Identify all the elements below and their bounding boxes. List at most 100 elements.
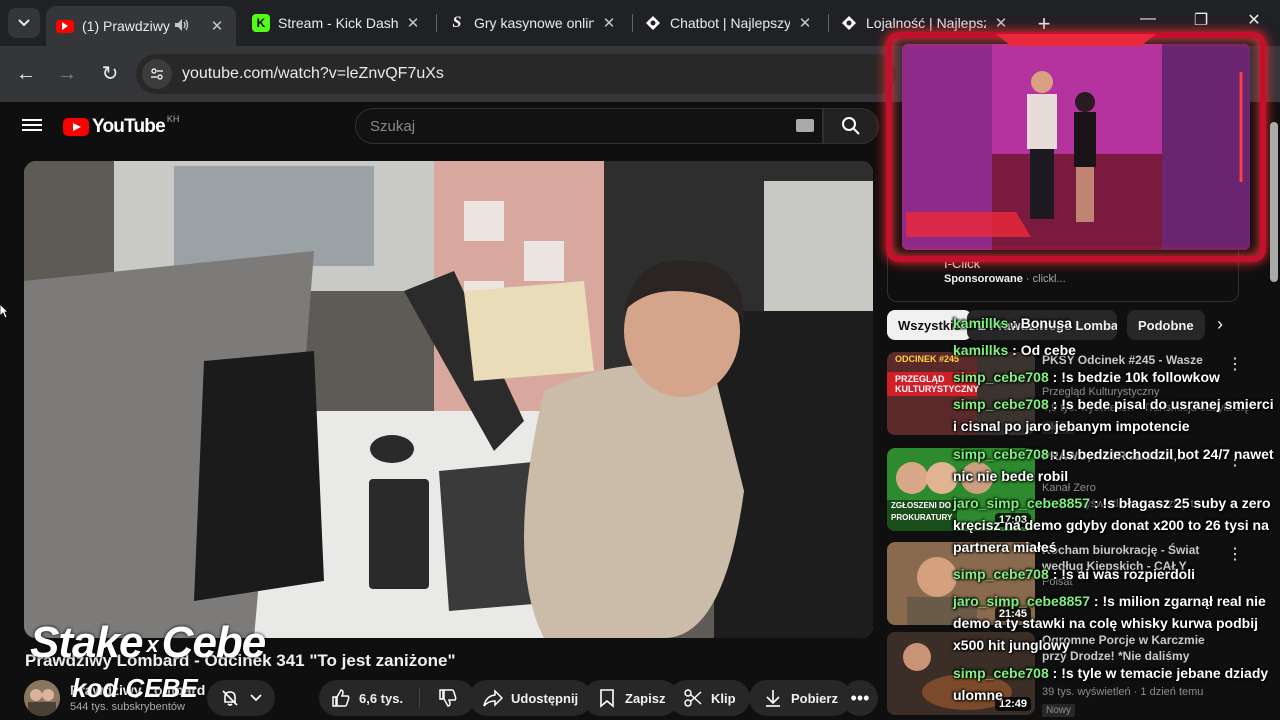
tab-separator (632, 14, 633, 32)
clip-button[interactable]: Klip (669, 680, 750, 716)
search-input[interactable]: Szukaj (355, 108, 823, 144)
tab-separator (436, 14, 437, 32)
close-tab-icon[interactable]: ✕ (992, 14, 1010, 32)
chat-message: simp_cebe708 : !s bedzie 10k followkow (953, 369, 1220, 385)
sponsored-label: Sponsorowane (944, 273, 1023, 285)
like-dislike-group: 6,6 tys. (319, 680, 475, 716)
thumbs-up-icon (332, 689, 350, 707)
clip-label: Klip (711, 690, 736, 706)
keyboard-icon[interactable] (796, 119, 814, 132)
chat-username: simp_cebe708 (953, 446, 1049, 462)
url-text: youtube.com/watch?v=leZnvQF7uXs (182, 65, 444, 82)
bookmark-icon (597, 688, 617, 708)
save-button[interactable]: Zapisz (583, 680, 680, 716)
address-bar[interactable]: youtube.com/watch?v=leZnvQF7uXs (136, 54, 896, 94)
channel-avatar[interactable] (24, 680, 60, 716)
search-placeholder: Szukaj (370, 117, 416, 135)
chat-username: simp_cebe708 (953, 396, 1049, 412)
close-tab-icon[interactable]: ✕ (600, 14, 618, 32)
divider (419, 688, 420, 708)
stake-favicon-icon: S (452, 14, 462, 31)
kick-favicon-icon: K (252, 14, 270, 32)
chat-text: !s ai was rozpierdoli (1061, 566, 1196, 582)
hamburger-menu-icon[interactable] (22, 116, 42, 136)
chat-message: simp_cebe708 : !s ai was rozpierdoli (953, 566, 1196, 582)
chat-username: kamillks (953, 342, 1009, 358)
chat-message: simp_cebe708 : !s bedzie chodzil bot 24/… (953, 446, 1274, 484)
search-icon (842, 117, 860, 135)
chat-message: simp_cebe708 : !s tyle w temacie jebane … (953, 665, 1269, 703)
chat-username: jaro_simp_cebe8857 (953, 593, 1090, 609)
reload-icon[interactable]: ↻ (96, 60, 124, 88)
tab-title: (1) Prawdziwy Lombard (82, 18, 170, 34)
youtube-logo[interactable]: YouTube KH (63, 114, 180, 138)
thumbnail-tag: ODCINEK #245 (895, 354, 960, 364)
share-label: Udostępnij (511, 690, 579, 706)
close-tab-icon[interactable]: ✕ (404, 14, 422, 32)
thumbs-down-icon (439, 689, 457, 707)
share-button[interactable]: Udostępnij (469, 680, 593, 716)
speaker-icon[interactable] (174, 18, 190, 35)
thumbnail-label: ZGŁOSZENI DO PROKURATURY (891, 501, 953, 522)
tab-youtube[interactable]: (1) Prawdziwy Lombard ✕ (46, 6, 236, 46)
chat-text: !s bedzie 10k followkow (1061, 369, 1220, 385)
botrix-favicon-icon (644, 14, 662, 32)
tab-separator (828, 14, 829, 32)
chat-message: simp_cebe708 : !s bede pisal do usranej … (953, 396, 1274, 434)
screen: (1) Prawdziwy Lombard ✕ K Stream - Kick … (0, 0, 1280, 720)
ad-sponsored-line: Sponsorowane · clickl... (944, 273, 1066, 285)
back-arrow-icon[interactable]: ← (12, 60, 40, 88)
chat-text: Od cebe (1020, 342, 1076, 358)
ad-advertiser: clickl... (1032, 273, 1066, 285)
tab-title: Stream - Kick Dashboard (278, 15, 398, 31)
chat-username: simp_cebe708 (953, 566, 1049, 582)
like-count: 6,6 tys. (359, 690, 404, 706)
webcam-overlay (886, 32, 1266, 262)
chat-message: jaro_simp_cebe8857 : !s milion zgarnął r… (953, 593, 1266, 653)
search-button[interactable] (823, 108, 879, 144)
chat-text: Bonusa (1020, 315, 1073, 331)
stream-brand-overlay: Stake xCebe (30, 618, 267, 668)
mouse-cursor-icon (0, 304, 8, 318)
tab-kick[interactable]: K Stream - Kick Dashboard ✕ (242, 6, 432, 40)
bell-off-icon (221, 690, 238, 706)
frame-decoration (906, 34, 1243, 237)
chat-username: kamillks (953, 315, 1009, 331)
video-frame (24, 161, 873, 638)
promo-code-overlay: kod CEBE (72, 673, 198, 703)
site-info-icon[interactable] (142, 59, 172, 89)
youtube-play-icon (63, 118, 89, 136)
brand-x: x (146, 632, 158, 658)
save-label: Zapisz (625, 690, 666, 706)
dislike-button[interactable] (423, 680, 473, 716)
country-code: KH (166, 114, 180, 124)
more-actions-icon[interactable]: ••• (842, 680, 878, 716)
scrollbar-thumb[interactable] (1270, 122, 1278, 282)
download-button[interactable]: Pobierz (749, 680, 852, 716)
share-icon (483, 688, 503, 708)
youtube-favicon-icon (56, 19, 74, 33)
page-scrollbar[interactable] (1266, 102, 1280, 720)
chat-username: simp_cebe708 (953, 665, 1049, 681)
notifications-button[interactable] (207, 680, 275, 716)
close-tab-icon[interactable]: ✕ (796, 14, 814, 32)
brand-right: Cebe (161, 618, 267, 667)
tab-chatbot[interactable]: Chatbot | Najlepszy ✕ (634, 6, 824, 40)
chat-username: simp_cebe708 (953, 369, 1049, 385)
tab-search-button[interactable] (8, 8, 40, 38)
youtube-logo-text: YouTube (92, 116, 166, 137)
like-button[interactable]: 6,6 tys. (319, 680, 419, 716)
chat-message: kamillks : Bonusa (953, 315, 1073, 331)
tab-stake[interactable]: S Gry kasynowe online ✕ (438, 6, 628, 40)
video-player[interactable] (24, 161, 873, 638)
forward-arrow-icon[interactable]: → (53, 60, 81, 88)
botrix-favicon-icon (840, 14, 858, 32)
chat-message: kamillks : Od cebe (953, 342, 1076, 358)
close-tab-icon[interactable]: ✕ (208, 17, 226, 35)
chat-message: jaro_simp_cebe8857 : !s błagasz 25 suby … (953, 495, 1271, 555)
tab-title: Gry kasynowe online (474, 15, 594, 31)
chat-username: jaro_simp_cebe8857 (953, 495, 1090, 511)
chevron-down-icon (18, 19, 30, 27)
tab-title: Chatbot | Najlepszy (670, 15, 790, 31)
chevron-down-icon (249, 694, 262, 702)
